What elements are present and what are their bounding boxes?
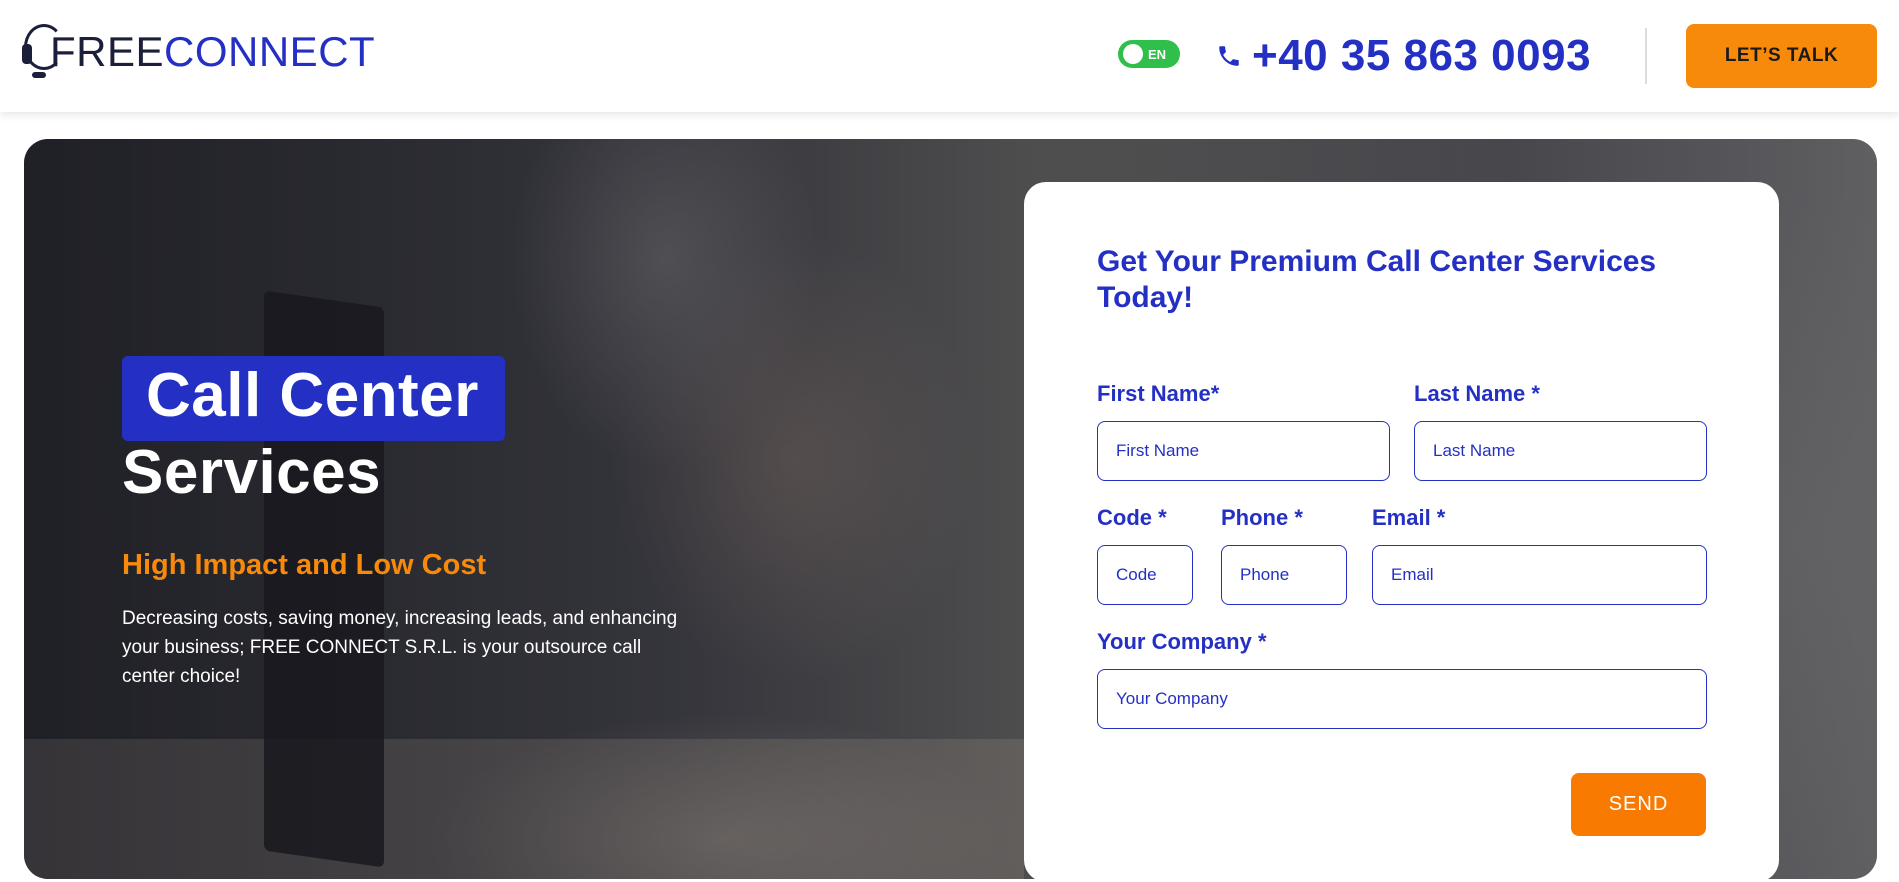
headset-icon	[22, 22, 64, 82]
hero-subtitle: High Impact and Low Cost	[122, 549, 487, 581]
hero-description: Decreasing costs, saving money, increasi…	[122, 608, 678, 687]
email-input[interactable]	[1372, 545, 1707, 605]
phone-number: +40 35 863 0093	[1252, 31, 1592, 80]
company-input[interactable]	[1097, 669, 1707, 729]
first-name-label: First Name*	[1097, 381, 1220, 406]
logo-text-free: FREE	[50, 28, 165, 75]
email-label: Email *	[1372, 505, 1446, 530]
form-heading: Get Your Premium Call Center Services To…	[1097, 245, 1657, 314]
phone-input[interactable]	[1221, 545, 1347, 605]
logo[interactable]: FREECONNECT	[22, 22, 375, 82]
language-toggle[interactable]: EN	[1118, 40, 1180, 68]
header-divider	[1645, 28, 1647, 84]
code-input[interactable]	[1097, 545, 1193, 605]
lets-talk-button[interactable]: LET’S TALK	[1686, 24, 1877, 88]
company-label: Your Company *	[1097, 629, 1267, 654]
toggle-knob	[1123, 44, 1143, 64]
contact-form-card: Get Your Premium Call Center Services To…	[1024, 182, 1779, 882]
title-highlight-badge: Call Center	[122, 356, 505, 441]
last-name-label: Last Name *	[1414, 381, 1540, 406]
code-label: Code *	[1097, 505, 1167, 530]
language-label: EN	[1148, 46, 1167, 62]
logo-text-connect: CONNECT	[164, 28, 376, 75]
first-name-input[interactable]	[1097, 421, 1390, 481]
last-name-input[interactable]	[1414, 421, 1707, 481]
phone-label: Phone *	[1221, 505, 1303, 530]
hero-title-rest: Services	[122, 438, 382, 507]
send-button[interactable]: SEND	[1571, 773, 1706, 836]
phone-icon	[1219, 46, 1239, 66]
site-header: FREECONNECT EN +40 35 863 0093 LET’S TAL…	[0, 0, 1899, 112]
phone-link[interactable]: +40 35 863 0093	[1216, 28, 1591, 84]
hero-title-highlight: Call Center	[146, 361, 479, 430]
logo-text: FREECONNECT	[50, 28, 375, 76]
